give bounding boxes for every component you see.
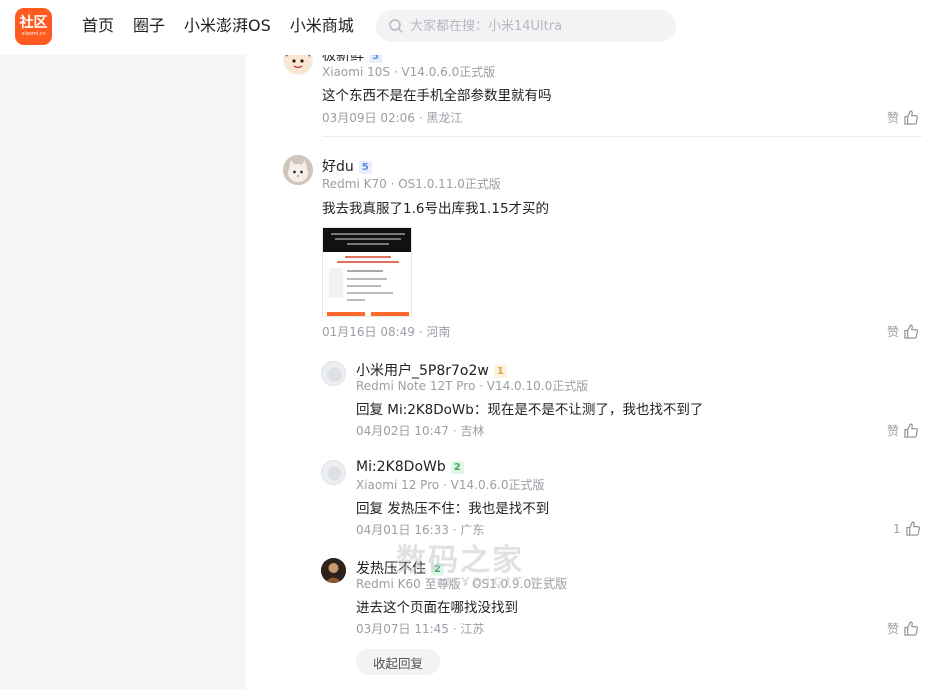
cartoon-avatar-icon <box>285 55 311 74</box>
comment-meta: 01月16日 08:49 · 河南 <box>322 325 451 339</box>
avatar[interactable] <box>283 55 313 75</box>
reply-meta: 04月02日 10:47 · 吉林 <box>356 424 485 438</box>
reply-text: 回复 Mi:2K8DoWb：现在是不是不让测了，我也找不到了 <box>356 402 704 418</box>
reply-device: Redmi Note 12T Pro · V14.0.10.0正式版 <box>356 379 589 393</box>
username-text: Mi:2K8DoWb <box>356 459 446 475</box>
comment-meta: 03月09日 02:06 · 黑龙江 <box>322 111 463 125</box>
avatar[interactable] <box>321 460 346 485</box>
comment-text: 这个东西不是在手机全部参数里就有吗 <box>322 88 552 104</box>
reply-meta: 03月07日 11:45 · 江苏 <box>356 622 485 636</box>
comment-image-thumbnail[interactable] <box>322 227 412 317</box>
reply-username[interactable]: Mi:2K8DoWb 2 <box>356 459 464 475</box>
comment-divider <box>322 136 922 137</box>
like-button[interactable]: 赞 <box>887 422 918 439</box>
thumbs-up-icon <box>904 621 918 636</box>
like-button[interactable]: 赞 <box>887 109 918 126</box>
search-input[interactable] <box>410 10 660 42</box>
nav-mall[interactable]: 小米商城 <box>290 15 354 37</box>
like-label: 赞 <box>887 111 900 125</box>
page: 社区 xiaomi.cn 首页 圈子 小米澎湃OS 小米商城 大家都在搜：小米1… <box>0 0 951 689</box>
like-label: 赞 <box>887 622 900 636</box>
comment-list: 极新鲜 5 Xiaomi 10S · V14.0.6.0正式版 这个东西不是在手机… <box>246 55 951 689</box>
reply-text: 回复 发热压不住：我也是找不到 <box>356 501 550 517</box>
avatar[interactable] <box>321 558 346 583</box>
collapse-replies-button[interactable]: 收起回复 <box>356 649 440 675</box>
search-icon <box>389 19 403 33</box>
username-text: 好du <box>322 159 354 175</box>
logo-text: 社区 <box>19 15 48 31</box>
logo-subtext: xiaomi.cn <box>21 31 46 37</box>
avatar[interactable] <box>321 361 346 386</box>
cat-avatar-icon <box>283 155 313 185</box>
reply-meta: 04月01日 16:33 · 广东 <box>356 523 485 537</box>
level-badge: 2 <box>450 461 464 474</box>
comment-device: Redmi K70 · OS1.0.11.0正式版 <box>322 177 501 191</box>
nav-hyperos[interactable]: 小米澎湃OS <box>184 15 271 37</box>
nav-circles[interactable]: 圈子 <box>133 15 165 37</box>
like-button[interactable]: 1 <box>893 521 920 536</box>
thumbs-up-icon <box>904 110 918 125</box>
thumbs-up-icon <box>904 423 918 438</box>
default-avatar-icon <box>327 367 342 382</box>
default-avatar-icon <box>327 466 342 481</box>
main-nav: 首页 圈子 小米澎湃OS 小米商城 <box>82 15 373 37</box>
avatar[interactable] <box>283 155 313 185</box>
comment-username[interactable]: 好du 5 <box>322 156 372 176</box>
nav-home[interactable]: 首页 <box>82 15 114 37</box>
dark-avatar-icon <box>321 558 346 583</box>
level-badge: 5 <box>358 161 372 174</box>
comment-text: 我去我真服了1.6号出库我1.15才买的 <box>322 201 550 217</box>
like-count: 1 <box>893 521 901 536</box>
like-button[interactable]: 赞 <box>887 620 918 637</box>
comment-device: Xiaomi 10S · V14.0.6.0正式版 <box>322 65 496 79</box>
top-header: 社区 xiaomi.cn 首页 圈子 小米澎湃OS 小米商城 <box>0 0 951 55</box>
thumbs-up-icon <box>904 324 918 339</box>
like-button[interactable]: 赞 <box>887 323 918 340</box>
community-logo[interactable]: 社区 xiaomi.cn <box>15 8 52 45</box>
like-label: 赞 <box>887 424 900 438</box>
like-label: 赞 <box>887 325 900 339</box>
thumbs-up-icon <box>905 521 920 536</box>
level-badge: 5 <box>369 55 382 63</box>
screenshot-image <box>323 228 411 316</box>
reply-device: Xiaomi 12 Pro · V14.0.6.0正式版 <box>356 478 545 492</box>
search-bar[interactable] <box>376 10 676 42</box>
reply-text: 进去这个页面在哪找没找到 <box>356 600 518 616</box>
reply-device: Redmi K60 至尊版 · OS1.0.9.0正式版 <box>356 577 568 591</box>
